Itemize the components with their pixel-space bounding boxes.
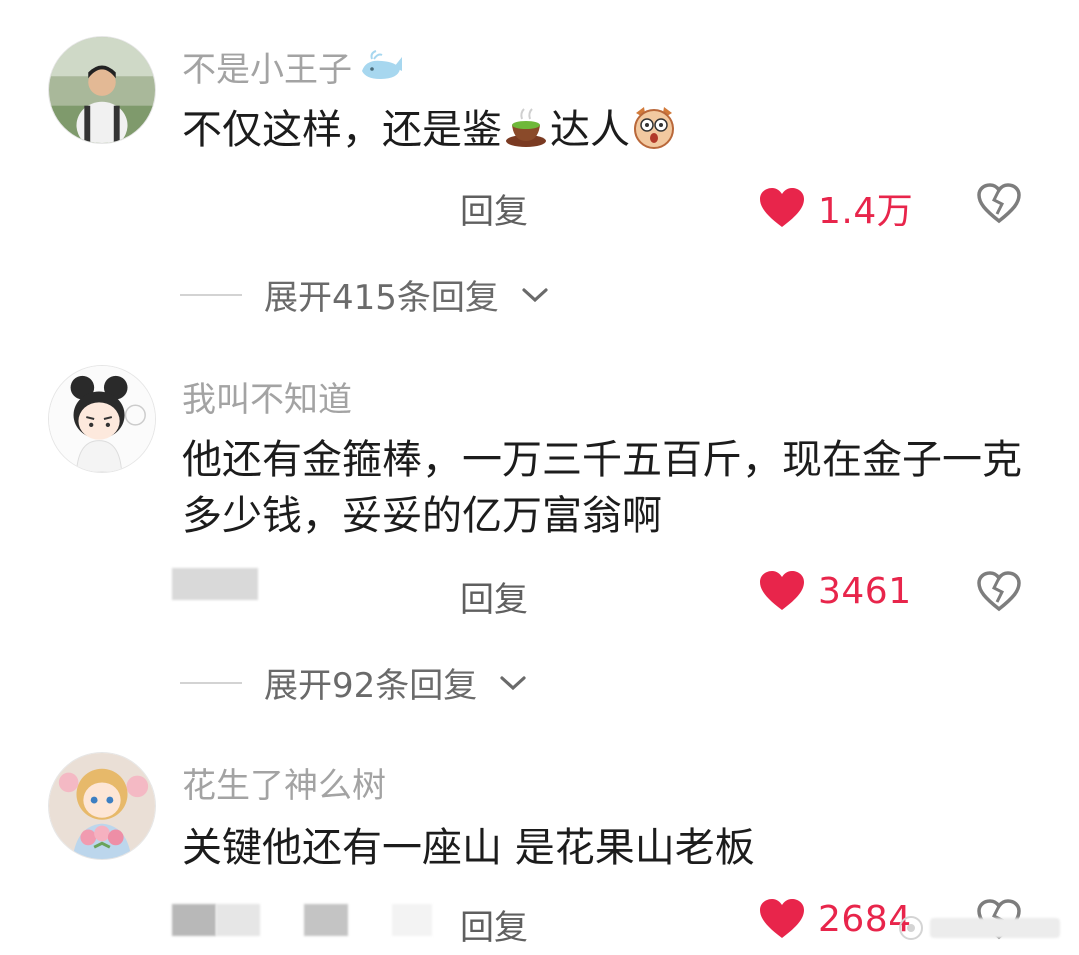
like-button[interactable]: 2684 <box>758 898 912 940</box>
comment-text: 他还有金箍棒，一万三千五百斤，现在金子一克多少钱，妥妥的亿万富翁啊 <box>182 437 1022 539</box>
username[interactable]: 花生了神么树 <box>182 758 386 807</box>
avatar[interactable] <box>48 36 156 144</box>
avatar[interactable] <box>48 365 156 473</box>
avatar-anime-girl-flowers <box>49 753 155 859</box>
chevron-down-icon <box>500 675 526 690</box>
username-text: 不是小王子 <box>182 50 352 90</box>
avatar-cartoon-girl <box>49 366 155 472</box>
expand-replies[interactable]: 展开415条回复 <box>180 270 549 319</box>
redacted-block <box>392 904 432 936</box>
avatar-photo-man <box>49 37 155 143</box>
like-count: 1.4万 <box>818 191 914 232</box>
like-button[interactable]: 3461 <box>758 570 912 612</box>
whale-icon <box>362 49 402 79</box>
username[interactable]: 我叫不知道 <box>182 372 352 421</box>
username[interactable]: 不是小王子 <box>182 42 404 91</box>
username-text: 我叫不知道 <box>182 380 352 420</box>
username-text: 花生了神么树 <box>182 766 386 806</box>
reply-button[interactable]: 回复 <box>460 184 528 233</box>
tea-icon <box>506 108 546 147</box>
heart-icon <box>760 899 804 938</box>
reply-button[interactable]: 回复 <box>460 572 528 621</box>
watermark <box>898 912 1074 944</box>
redacted-info <box>172 904 432 936</box>
comment-text: 不仅这样，还是鉴 达人 <box>182 102 1022 158</box>
broken-heart-icon[interactable] <box>976 570 1022 612</box>
like-count: 3461 <box>818 570 912 612</box>
expand-replies-label: 展开92条回复 <box>264 666 478 706</box>
heart-icon <box>760 571 804 610</box>
redacted-info <box>172 568 258 600</box>
divider-line <box>180 681 242 684</box>
like-button[interactable]: 1.4万 <box>758 182 913 234</box>
broken-heart-icon[interactable] <box>976 182 1022 224</box>
comment-text: 关键他还有一座山 是花果山老板 <box>182 825 755 871</box>
reply-button[interactable]: 回复 <box>460 900 528 949</box>
watermark-logo-icon <box>899 916 923 940</box>
heart-icon <box>760 188 804 227</box>
watermark-blur <box>930 918 1060 938</box>
divider-line <box>180 293 242 296</box>
redacted-block <box>304 904 348 936</box>
surprised-dog-icon <box>634 107 674 149</box>
redacted-block <box>172 904 216 936</box>
expand-replies[interactable]: 展开92条回复 <box>180 658 527 707</box>
chevron-down-icon <box>522 287 548 302</box>
expand-replies-label: 展开415条回复 <box>264 278 499 318</box>
redacted-block <box>172 568 258 600</box>
avatar[interactable] <box>48 752 156 860</box>
redacted-block <box>216 904 260 936</box>
